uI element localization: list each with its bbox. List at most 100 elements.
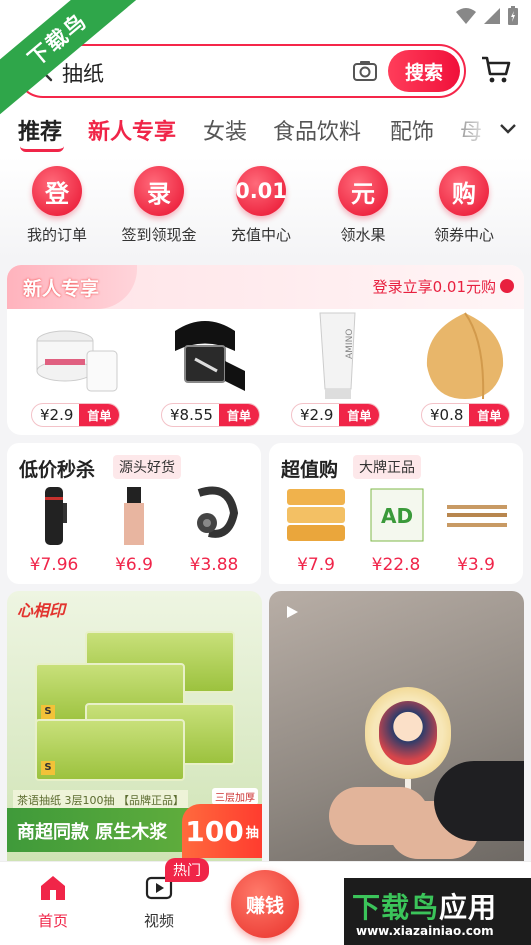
watermark-title: 下载鸟应用 bbox=[352, 891, 498, 924]
flash-item-price: ¥7.96 bbox=[29, 555, 79, 575]
new-user-header: 新人专享 登录立享0.01元购 bbox=[7, 265, 524, 309]
category-tabs: 推荐 新人专享 女装 食品饮料 配饰 母 bbox=[0, 108, 531, 156]
price-tag: ¥8.55 首单 bbox=[161, 403, 260, 427]
new-user-section: 新人专享 登录立享0.01元购 ¥2.9 首单 ¥8.55 首单 AMINO ¥… bbox=[7, 265, 524, 435]
quick-label: 领券中心 bbox=[433, 226, 494, 244]
buy-badge-icon: 购 bbox=[439, 166, 489, 216]
quick-fruit[interactable]: 元 领水果 bbox=[313, 166, 413, 245]
value-buy-card[interactable]: 超值购 大牌正品 ¥7.9 AD ¥22.8 ¥3.9 bbox=[269, 443, 523, 584]
price-tag: ¥2.9 首单 bbox=[31, 403, 121, 427]
value-item-price: ¥22.8 bbox=[371, 555, 421, 575]
flash-item-price: ¥6.9 bbox=[115, 555, 153, 575]
value-buy-subtitle: 大牌正品 bbox=[353, 455, 421, 479]
active-tab-underline bbox=[20, 146, 64, 152]
sheet-count-badge: 100 抽 bbox=[182, 804, 262, 858]
play-icon bbox=[287, 606, 298, 618]
wifi-icon bbox=[456, 8, 476, 24]
arrow-right-icon[interactable] bbox=[500, 279, 514, 293]
sleeve bbox=[434, 761, 524, 841]
cosmetic-puff-image bbox=[426, 312, 504, 400]
product-tag: 茶语抽纸 3层100抽 【品牌正品】 bbox=[13, 790, 188, 810]
search-query: 抽纸 bbox=[62, 62, 104, 86]
cart-icon[interactable] bbox=[480, 54, 512, 86]
product-tag-2: 三层加厚 bbox=[212, 788, 258, 805]
penny-badge-icon: 0.01 bbox=[235, 166, 287, 216]
belt-image bbox=[175, 321, 245, 391]
status-icons bbox=[455, 6, 519, 26]
earn-money-button[interactable]: 赚钱 bbox=[231, 870, 299, 938]
watermark-url: www.xiazainiao.com bbox=[356, 924, 494, 938]
svg-text:AD: AD bbox=[381, 504, 413, 528]
nav-video-label: 视频 bbox=[143, 912, 174, 930]
flash-item-price: ¥3.88 bbox=[189, 555, 239, 575]
ad-calcium-milk-image: AD bbox=[370, 488, 424, 542]
product-card[interactable]: ¥2.9 首单 bbox=[13, 311, 137, 431]
value-buy-title: 超值购 bbox=[281, 459, 339, 481]
product-card[interactable]: ¥0.8 首单 bbox=[403, 311, 524, 431]
quick-entry-row: 登 我的订单 录 签到领现金 0.01 充值中心 元 领水果 购 领券中心 bbox=[0, 156, 531, 260]
home-icon bbox=[41, 876, 65, 900]
chopsticks-image bbox=[447, 505, 507, 527]
record-badge-icon: 录 bbox=[134, 166, 184, 216]
quick-recharge[interactable]: 0.01 充值中心 bbox=[211, 166, 311, 245]
nav-home-label: 首页 bbox=[37, 912, 68, 930]
tab-womens-clothing[interactable]: 女装 bbox=[203, 114, 247, 146]
yuan-badge-icon: 元 bbox=[338, 166, 388, 216]
nav-video[interactable]: 视频 bbox=[129, 874, 189, 931]
login-promo-link[interactable]: 登录立享0.01元购 bbox=[373, 276, 496, 297]
tab-food-drinks[interactable]: 食品饮料 bbox=[273, 114, 361, 146]
search-button[interactable]: 搜索 bbox=[388, 50, 460, 92]
tab-new-user[interactable]: 新人专享 bbox=[88, 114, 176, 146]
tab-accessories[interactable]: 配饰 bbox=[390, 114, 434, 146]
lollipop-face bbox=[379, 701, 437, 765]
feed-card-video[interactable] bbox=[269, 591, 524, 861]
product-slogan: 商超同款 原生木浆 bbox=[17, 822, 168, 843]
quick-label: 我的订单 bbox=[26, 226, 87, 244]
bread-box-image bbox=[287, 489, 345, 541]
chevron-down-icon[interactable] bbox=[499, 122, 517, 136]
thermos-image bbox=[45, 487, 67, 545]
flash-sale-card[interactable]: 低价秒杀 源头好货 ¥7.96 ¥6.9 ¥3.88 bbox=[7, 443, 261, 584]
new-user-title: 新人专享 bbox=[7, 265, 137, 309]
product-card[interactable]: AMINO ¥2.9 首单 bbox=[273, 311, 397, 431]
value-item[interactable]: AD ¥22.8 bbox=[361, 483, 431, 575]
quick-label: 领水果 bbox=[340, 226, 386, 244]
quick-checkin-cash[interactable]: 录 签到领现金 bbox=[109, 166, 209, 245]
tab-fade bbox=[435, 108, 495, 156]
nav-home[interactable]: 首页 bbox=[23, 874, 83, 931]
battery-icon bbox=[508, 6, 518, 25]
new-user-products: ¥2.9 首单 ¥8.55 首单 AMINO ¥2.9 首单 ¥0.8 首单 bbox=[7, 311, 524, 431]
tissue-banner: 茶语抽纸 3层100抽 【品牌正品】 三层加厚 商超同款 原生木浆 100 抽 bbox=[7, 786, 262, 861]
flash-sale-subtitle: 源头好货 bbox=[113, 455, 181, 479]
brand-logo: 心相印 bbox=[17, 601, 66, 620]
quick-my-orders[interactable]: 登 我的订单 bbox=[7, 166, 107, 245]
price-tag: ¥2.9 首单 bbox=[291, 403, 381, 427]
value-item-price: ¥7.9 bbox=[297, 555, 335, 575]
flash-item[interactable]: ¥6.9 bbox=[99, 483, 169, 575]
value-item-price: ¥3.9 bbox=[457, 555, 495, 575]
quick-coupons[interactable]: 购 领券中心 bbox=[414, 166, 514, 245]
quick-label: 充值中心 bbox=[230, 226, 291, 244]
tissue-box-image: S bbox=[35, 719, 185, 781]
svg-text:AMINO: AMINO bbox=[345, 329, 355, 359]
value-item[interactable]: ¥3.9 bbox=[441, 483, 511, 575]
hot-badge: 热门 bbox=[165, 858, 209, 882]
earphone-image bbox=[197, 486, 239, 538]
quick-label: 签到领现金 bbox=[121, 226, 197, 244]
compressed-towel-image bbox=[36, 330, 118, 392]
lollipop-image bbox=[365, 687, 451, 779]
price-tag: ¥0.8 首单 bbox=[421, 403, 511, 427]
feed-card-tissue[interactable]: 心相印 S S S S 茶语抽纸 3层100抽 【品牌正品】 三层加厚 商超同款… bbox=[7, 591, 262, 861]
cleanser-tube-image: AMINO bbox=[319, 312, 356, 399]
login-badge-icon: 登 bbox=[32, 166, 82, 216]
tab-recommend[interactable]: 推荐 bbox=[18, 114, 62, 146]
foundation-bottle-image bbox=[124, 487, 144, 545]
flash-sale-title: 低价秒杀 bbox=[19, 459, 96, 481]
site-watermark: 下载鸟应用 www.xiazainiao.com bbox=[344, 878, 531, 945]
product-card[interactable]: ¥8.55 首单 bbox=[143, 311, 267, 431]
flash-item[interactable]: ¥3.88 bbox=[179, 483, 249, 575]
camera-icon[interactable] bbox=[352, 58, 378, 84]
flash-item[interactable]: ¥7.96 bbox=[19, 483, 89, 575]
search-input[interactable]: 抽纸 搜索 bbox=[16, 44, 466, 98]
value-item[interactable]: ¥7.9 bbox=[281, 483, 351, 575]
